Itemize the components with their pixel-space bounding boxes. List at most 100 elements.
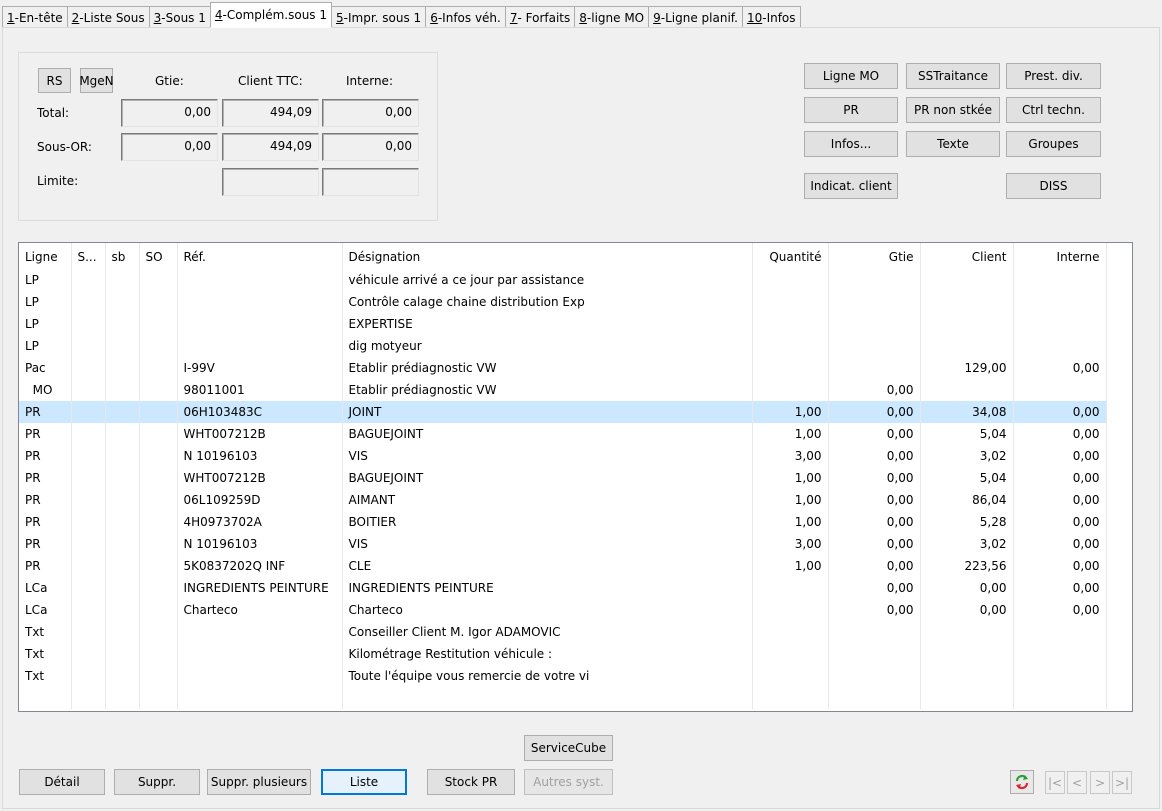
cell-ligne: MO <box>19 379 72 401</box>
cell-sb <box>105 423 140 445</box>
cell-sb <box>105 533 140 555</box>
prest-div-button[interactable]: Prest. div. <box>1006 63 1101 89</box>
tab-en-tete[interactable]: 1 -En-tête <box>2 6 68 28</box>
cell-ligne: LCa <box>19 599 72 621</box>
gtie-column-label: Gtie: <box>155 74 184 88</box>
mgen-button[interactable]: MgeN <box>79 68 114 93</box>
lines-grid[interactable]: Ligne S... sb SO Réf. Désignation Quanti… <box>18 242 1133 712</box>
tab-forfaits[interactable]: 7- Forfaits <box>504 6 576 28</box>
table-row[interactable]: LP véhicule arrivé a ce jour par assistan… <box>19 269 1107 291</box>
table-row[interactable]: PR 4H0973702A BOITIER 1,00 0,00 5,28 0,00 <box>19 511 1107 533</box>
infos-button[interactable]: Infos... <box>804 131 898 157</box>
nav-next-button[interactable]: > <box>1090 771 1110 794</box>
nav-prev-button[interactable]: < <box>1067 771 1087 794</box>
diss-button[interactable]: DISS <box>1006 173 1101 199</box>
pr-non-stkee-button[interactable]: PR non stkée <box>906 97 1000 123</box>
refresh-button[interactable] <box>1010 770 1034 794</box>
stock-pr-button[interactable]: Stock PR <box>427 769 515 795</box>
tab-ligne-mo[interactable]: 8 -ligne MO <box>574 6 650 28</box>
tab-hotkey: 5 <box>336 10 344 25</box>
cell-so <box>139 643 178 665</box>
tab-liste-sous[interactable]: 2 -Liste Sous <box>66 6 150 28</box>
table-row[interactable]: LCa INGREDIENTS PEINTURE INGREDIENTS PEINT… <box>19 577 1107 599</box>
cell-gtie: 0,00 <box>828 555 921 577</box>
cell-quantite <box>752 577 829 599</box>
groupes-button[interactable]: Groupes <box>1006 131 1101 157</box>
cell-sb <box>105 379 140 401</box>
col-header-so[interactable]: SO <box>139 243 178 269</box>
table-row[interactable]: LP dig motyeur <box>19 335 1107 357</box>
table-row[interactable]: Txt Conseiller Client M. Igor ADAMOVIC <box>19 621 1107 643</box>
tab-label: -Complém.sous 1 <box>222 8 328 22</box>
cell-s <box>71 269 106 291</box>
cell-interne <box>1013 665 1107 687</box>
col-header-client[interactable]: Client <box>920 243 1014 269</box>
cell-client <box>920 335 1014 357</box>
tab-infos-veh[interactable]: 6 -Infos véh. <box>425 6 506 28</box>
table-row[interactable]: LP Contrôle calage chaine distribution Ex… <box>19 291 1107 313</box>
autres-syst-button[interactable]: Autres syst. <box>524 769 613 795</box>
table-row[interactable]: PR 06L109259D AIMANT 1,00 0,00 86,04 0,00 <box>19 489 1107 511</box>
servicecube-button[interactable]: ServiceCube <box>524 735 613 761</box>
limite-interne-field[interactable] <box>322 168 419 196</box>
cell-designation: dig motyeur <box>342 335 753 357</box>
nav-last-button[interactable]: >| <box>1112 771 1132 794</box>
cell-s <box>71 511 106 533</box>
sstraitance-button[interactable]: SSTraitance <box>906 63 1000 89</box>
cell-sb <box>105 291 140 313</box>
table-row[interactable]: PR 06H103483C JOINT 1,00 0,00 34,08 0,00 <box>19 401 1107 423</box>
cell-gtie: 0,00 <box>828 401 921 423</box>
tab-impr-sous-1[interactable]: 5 -Impr. sous 1 <box>331 6 427 28</box>
table-row[interactable]: PR WHT007212B BAGUEJOINT 1,00 0,00 5,04 0,00 <box>19 423 1107 445</box>
table-row[interactable]: PR N 10196103 VIS 3,00 0,00 3,02 0,00 <box>19 533 1107 555</box>
ctrl-techn-button[interactable]: Ctrl techn. <box>1006 97 1101 123</box>
cell-gtie <box>828 291 921 313</box>
sous-or-interne-field: 0,00 <box>322 133 419 161</box>
col-header-quantite[interactable]: Quantité <box>752 243 829 269</box>
pr-button[interactable]: PR <box>804 97 898 123</box>
tab-complem-sous-1[interactable]: 4 -Complém.sous 1 <box>209 2 333 28</box>
col-header-designation[interactable]: Désignation <box>342 243 753 269</box>
cell-s <box>71 665 106 687</box>
table-row[interactable]: PR WHT007212B BAGUEJOINT 1,00 0,00 5,04 0,00 <box>19 467 1107 489</box>
rs-button[interactable]: RS <box>38 68 71 93</box>
cell-ligne: LP <box>19 313 72 335</box>
table-row[interactable]: Txt Toute l'équipe vous remercie de votre… <box>19 665 1107 687</box>
indicat-client-button[interactable]: Indicat. client <box>804 173 898 199</box>
tab-ligne-planif[interactable]: 9 -Ligne planif. <box>648 6 743 28</box>
tab-hotkey: 3 <box>153 10 162 25</box>
col-header-sb[interactable]: sb <box>105 243 140 269</box>
ligne-mo-button[interactable]: Ligne MO <box>804 63 898 89</box>
cell-ligne: Txt <box>19 621 72 643</box>
texte-button[interactable]: Texte <box>906 131 1000 157</box>
tab-label: -Impr. sous 1 <box>343 10 422 25</box>
tab-infos[interactable]: 10 -Infos <box>741 6 801 28</box>
col-header-gtie[interactable]: Gtie <box>828 243 921 269</box>
table-row[interactable]: Txt Kilométrage Restitution véhicule : <box>19 643 1107 665</box>
suppr-plusieurs-button[interactable]: Suppr. plusieurs <box>207 769 311 795</box>
suppr-button[interactable]: Suppr. <box>114 769 200 795</box>
cell-client <box>920 665 1014 687</box>
col-header-ligne[interactable]: Ligne <box>19 243 72 269</box>
cell-so <box>139 665 178 687</box>
cell-sb <box>105 555 140 577</box>
cell-interne <box>1013 313 1107 335</box>
limite-client-field[interactable] <box>222 168 319 196</box>
detail-button[interactable]: Détail <box>19 769 105 795</box>
cell-client: 223,56 <box>920 555 1014 577</box>
col-header-s[interactable]: S... <box>71 243 106 269</box>
table-row[interactable]: LCa Charteco Charteco 0,00 0,00 0,00 <box>19 599 1107 621</box>
cell-sb <box>105 511 140 533</box>
col-header-interne[interactable]: Interne <box>1013 243 1107 269</box>
table-row[interactable]: MO 98011001 Etablir prédiagnostic VW 0,00 <box>19 379 1107 401</box>
cell-gtie <box>828 621 921 643</box>
col-header-ref[interactable]: Réf. <box>177 243 343 269</box>
table-row[interactable]: PR 5K0837202Q INF CLE 1,00 0,00 223,56 0,00 <box>19 555 1107 577</box>
liste-button[interactable]: Liste <box>321 769 407 795</box>
table-row[interactable]: Pac I-99V Etablir prédiagnostic VW 129,00 0,… <box>19 357 1107 379</box>
table-row[interactable]: LP EXPERTISE <box>19 313 1107 335</box>
nav-first-button[interactable]: |< <box>1045 771 1065 794</box>
tab-sous-1[interactable]: 3 -Sous 1 <box>148 6 211 28</box>
tab-label: - Forfaits <box>517 10 571 25</box>
table-row[interactable]: PR N 10196103 VIS 3,00 0,00 3,02 0,00 <box>19 445 1107 467</box>
